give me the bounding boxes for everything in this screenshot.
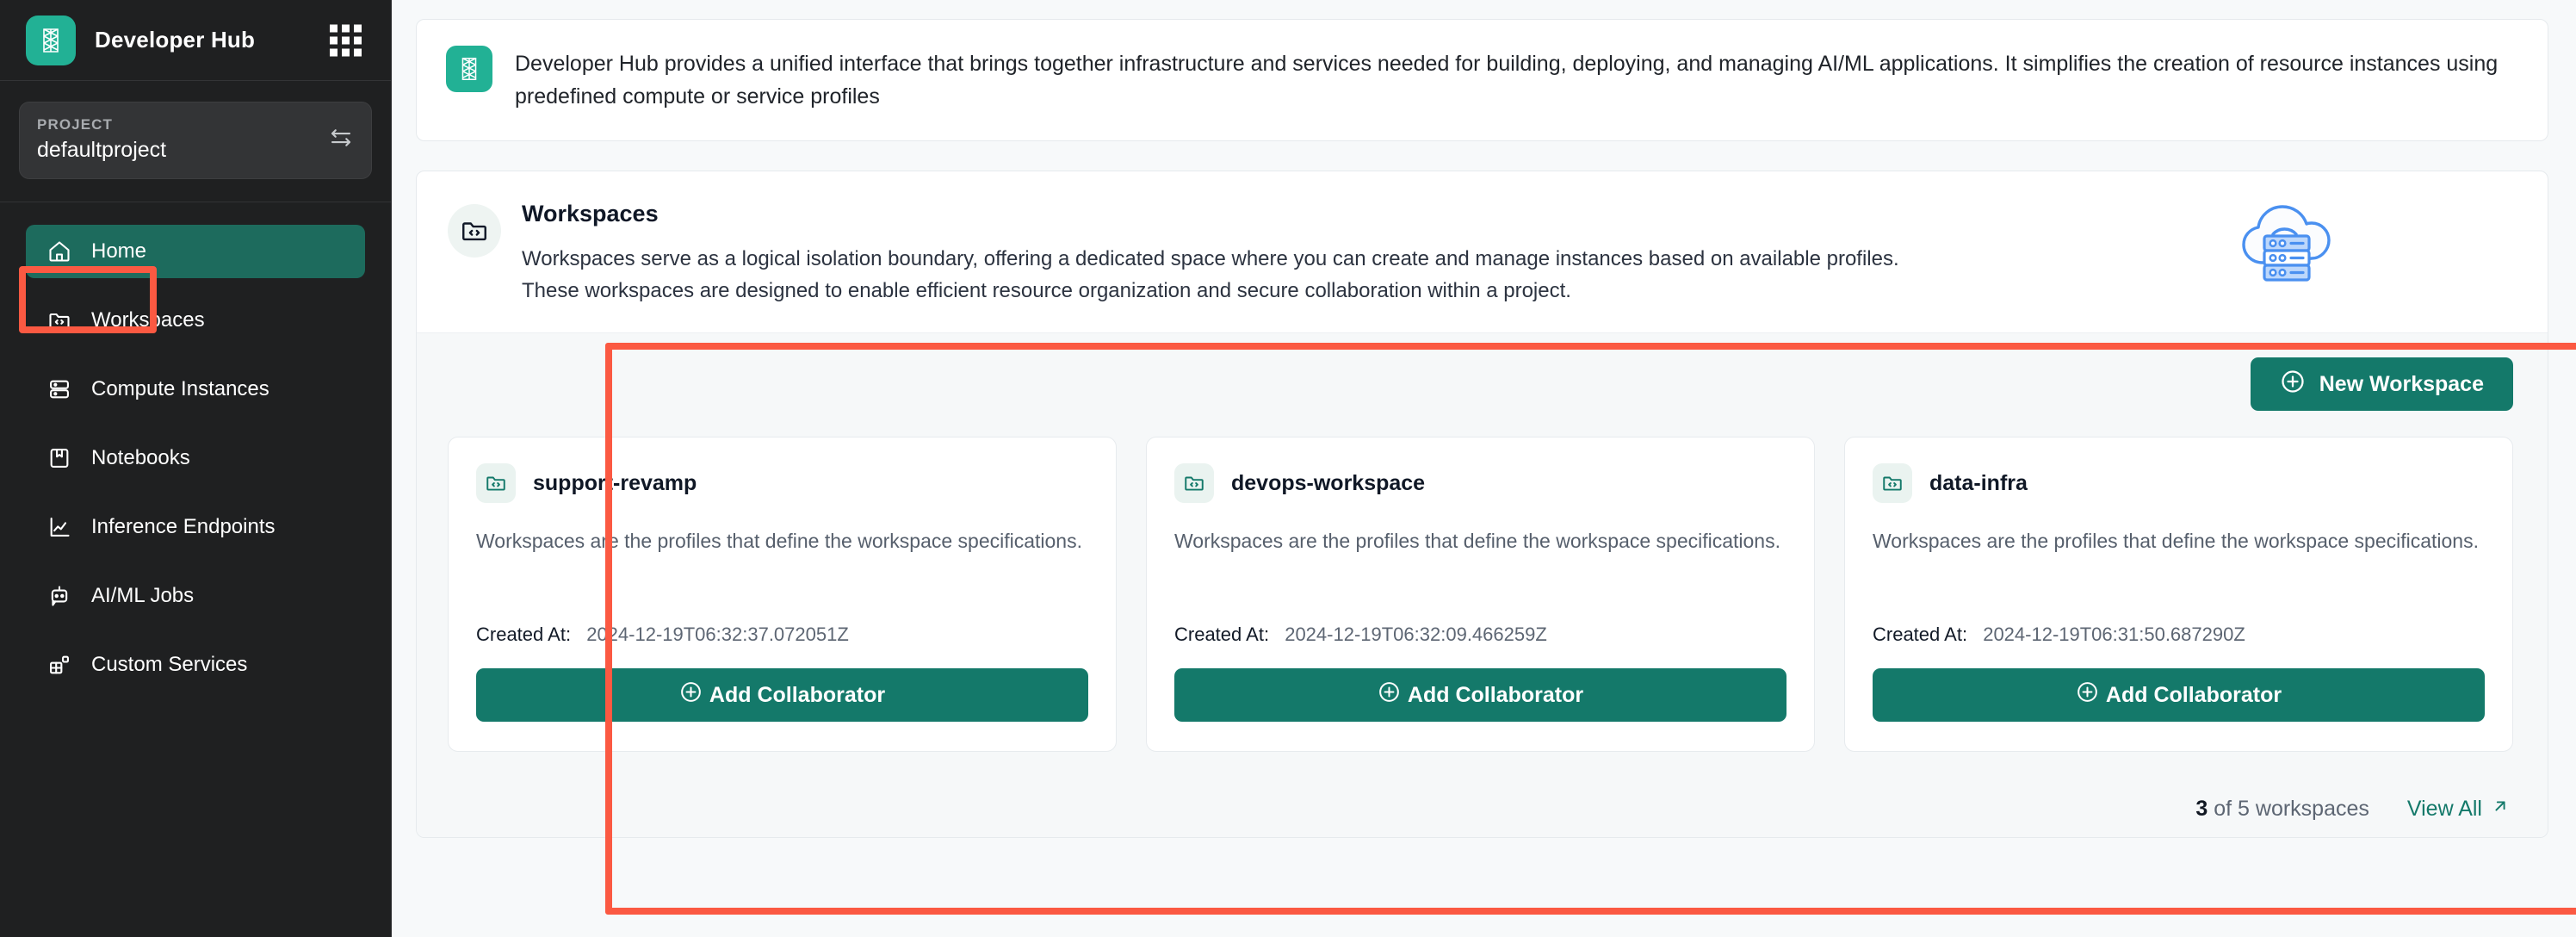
plus-circle-icon xyxy=(2280,369,2306,400)
sidebar-item-custom-services[interactable]: Custom Services xyxy=(26,638,365,692)
brand-header: Developer Hub xyxy=(0,0,391,81)
sidebar-item-label: Compute Instances xyxy=(91,377,269,400)
server-icon xyxy=(46,376,72,402)
workspace-created-at: Created At: 2024-12-19T06:32:37.072051Z xyxy=(476,624,1088,646)
workspace-count: 3 of 5 workspaces xyxy=(2195,797,2369,822)
add-collaborator-label: Add Collaborator xyxy=(2105,682,2282,707)
project-value: defaultproject xyxy=(37,138,167,162)
add-collaborator-button[interactable]: Add Collaborator xyxy=(476,668,1088,723)
view-all-label: View All xyxy=(2406,797,2482,822)
created-at-label: Created At: xyxy=(1174,624,1270,646)
apps-grid-icon[interactable] xyxy=(330,24,362,56)
sidebar-item-label: Custom Services xyxy=(91,653,248,676)
sidebar-item-label: AI/ML Jobs xyxy=(91,584,195,607)
folder-code-icon xyxy=(1873,463,1912,504)
sidebar-item-label: Inference Endpoints xyxy=(91,515,276,538)
created-at-value: 2024-12-19T06:31:50.687290Z xyxy=(1983,624,2245,646)
created-at-value: 2024-12-19T06:32:37.072051Z xyxy=(586,624,849,646)
app-root: Developer Hub PROJECT defaultproject Hom… xyxy=(0,0,2576,937)
intro-banner: Developer Hub provides a unified interfa… xyxy=(416,19,2548,141)
project-selector[interactable]: PROJECT defaultproject xyxy=(19,102,372,179)
developer-hub-logo-icon xyxy=(26,15,76,65)
workspace-card-header: devops-workspace xyxy=(1174,463,1786,504)
folder-code-icon xyxy=(46,307,72,333)
sidebar-item-label: Home xyxy=(91,239,147,263)
arrow-up-right-icon xyxy=(2491,797,2510,822)
view-all-link[interactable]: View All xyxy=(2407,797,2510,822)
workspace-card-header: support-revamp xyxy=(476,463,1088,504)
plus-circle-icon xyxy=(2076,680,2099,710)
workspaces-title: Workspaces xyxy=(522,201,659,226)
workspace-name: data-infra xyxy=(1929,470,2028,495)
new-workspace-button[interactable]: New Workspace xyxy=(2250,357,2513,412)
intro-text: Developer Hub provides a unified interfa… xyxy=(515,52,2499,109)
add-collaborator-label: Add Collaborator xyxy=(709,682,886,707)
workspace-card[interactable]: support-revamp Workspaces are the profil… xyxy=(448,437,1117,753)
workspace-card[interactable]: data-infra Workspaces are the profiles t… xyxy=(1844,437,2513,753)
sidebar-item-notebooks[interactable]: Notebooks xyxy=(26,431,365,485)
sidebar-item-aiml-jobs[interactable]: AI/ML Jobs xyxy=(26,569,365,623)
created-at-value: 2024-12-19T06:32:09.466259Z xyxy=(1285,624,1547,646)
workspaces-toolbar: New Workspace xyxy=(448,357,2513,412)
folder-code-icon xyxy=(1174,463,1214,504)
workspace-card[interactable]: devops-workspace Workspaces are the prof… xyxy=(1146,437,1815,753)
robot-icon xyxy=(46,583,72,609)
developer-hub-logo-icon xyxy=(446,46,492,92)
notebook-icon xyxy=(46,445,72,471)
workspaces-description-line-1: Workspaces serve as a logical isolation … xyxy=(522,247,1899,270)
sidebar-item-label: Workspaces xyxy=(91,308,205,332)
add-collaborator-label: Add Collaborator xyxy=(1407,682,1584,707)
workspaces-body: New Workspace support-revamp Workspaces … xyxy=(417,332,2548,775)
workspaces-header: Workspaces Workspaces serve as a logical… xyxy=(417,171,2548,332)
main-content: Developer Hub provides a unified interfa… xyxy=(392,0,2576,937)
sidebar-item-compute-instances[interactable]: Compute Instances xyxy=(26,363,365,416)
workspace-count-total: of 5 workspaces xyxy=(2208,797,2369,822)
created-at-label: Created At: xyxy=(476,624,572,646)
plus-circle-icon xyxy=(1378,680,1401,710)
workspace-created-at: Created At: 2024-12-19T06:31:50.687290Z xyxy=(1873,624,2485,646)
folder-code-icon xyxy=(476,463,516,504)
sidebar-item-inference-endpoints[interactable]: Inference Endpoints xyxy=(26,500,365,554)
project-label: PROJECT xyxy=(37,116,113,133)
workspace-card-header: data-infra xyxy=(1873,463,2485,504)
sidebar-nav: Home Workspaces Compute Instances Notebo… xyxy=(0,202,391,707)
sidebar-item-label: Notebooks xyxy=(91,446,190,469)
workspace-description: Workspaces are the profiles that define … xyxy=(1174,530,1780,553)
workspaces-panel: Workspaces Workspaces serve as a logical… xyxy=(416,171,2548,839)
workspace-description: Workspaces are the profiles that define … xyxy=(476,530,1082,553)
workspace-description: Workspaces are the profiles that define … xyxy=(1873,530,2479,553)
add-collaborator-button[interactable]: Add Collaborator xyxy=(1174,668,1786,723)
add-collaborator-button[interactable]: Add Collaborator xyxy=(1873,668,2485,723)
new-workspace-label: New Workspace xyxy=(2319,371,2484,396)
project-selector-wrap: PROJECT defaultproject xyxy=(0,81,391,202)
folder-code-icon xyxy=(448,204,501,258)
blocks-icon xyxy=(46,652,72,678)
sidebar: Developer Hub PROJECT defaultproject Hom… xyxy=(0,0,392,937)
home-icon xyxy=(46,239,72,264)
sidebar-item-home[interactable]: Home xyxy=(26,225,365,278)
workspace-name: devops-workspace xyxy=(1231,470,1426,495)
workspaces-description-line-2: These workspaces are designed to enable … xyxy=(522,279,1571,303)
swap-arrows-icon[interactable] xyxy=(328,125,354,155)
sidebar-item-workspaces[interactable]: Workspaces xyxy=(26,294,365,347)
plus-circle-icon xyxy=(679,680,703,710)
workspace-name: support-revamp xyxy=(533,470,697,495)
created-at-label: Created At: xyxy=(1873,624,1968,646)
workspace-count-shown: 3 xyxy=(2195,797,2208,822)
workspace-created-at: Created At: 2024-12-19T06:32:09.466259Z xyxy=(1174,624,1786,646)
workspace-cards-grid: support-revamp Workspaces are the profil… xyxy=(448,437,2513,753)
workspaces-footer: 3 of 5 workspaces View All xyxy=(417,774,2548,838)
brand-title: Developer Hub xyxy=(95,27,256,53)
chart-line-icon xyxy=(46,514,72,540)
cloud-server-wifi-illustration-icon xyxy=(2228,190,2362,296)
